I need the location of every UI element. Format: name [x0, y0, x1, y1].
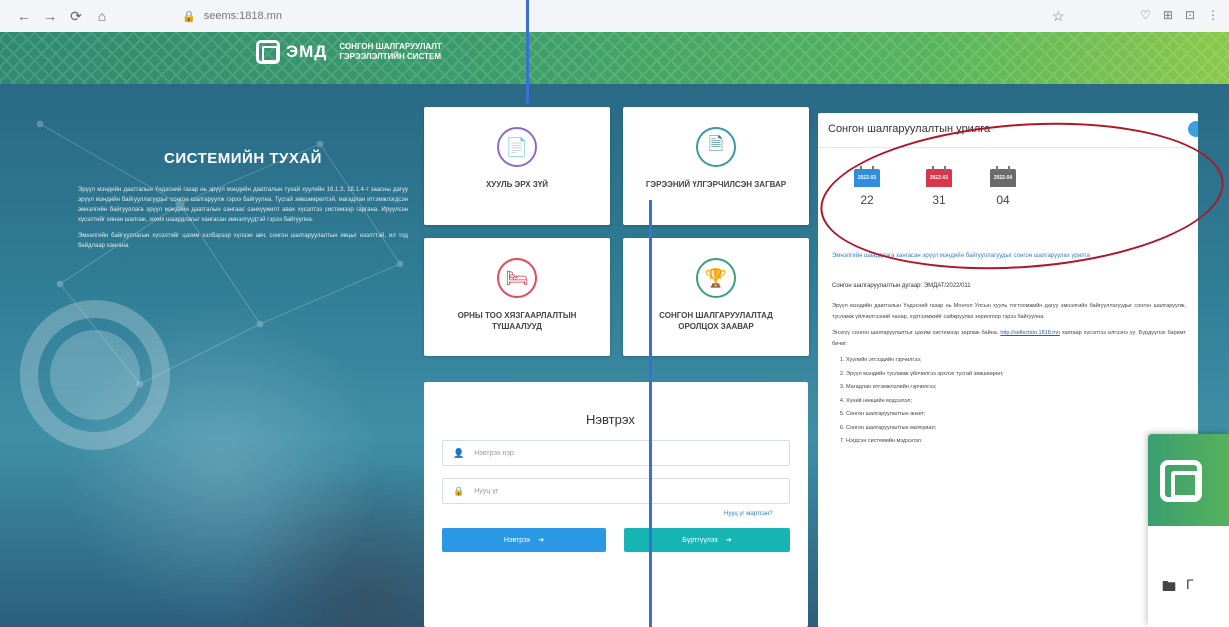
address-bar[interactable]: 🔒 seems:1818.mn: [182, 10, 282, 23]
body-paragraph-1: Эрүүл мэндийн даатгалын Үндэсний газар н…: [832, 303, 1186, 320]
user-icon: 👤: [453, 447, 465, 458]
popup-window[interactable]: 🖿 Г: [1148, 434, 1229, 627]
pocket-icon[interactable]: ♡: [1140, 8, 1151, 22]
body-text: Энэхүү сонгон шалгаруулалтыг цахим систе…: [832, 330, 999, 336]
tile-legal-label: ХУУЛЬ ЭРХ ЗҮЙ: [485, 180, 549, 189]
back-icon[interactable]: ←: [14, 8, 34, 25]
login-button[interactable]: Нэвтрэх ➔: [442, 528, 606, 552]
forward-icon[interactable]: →: [40, 8, 60, 25]
about-paragraph-2: Эмнэлгийн байгууллагын хүсэлтийг цахим х…: [78, 233, 408, 249]
bookmark-star-icon[interactable]: ☆: [1052, 8, 1065, 25]
menu-icon[interactable]: ⋮: [1207, 8, 1219, 22]
address-text: seems:1818.mn: [203, 10, 282, 22]
panel-badge[interactable]: [1188, 121, 1198, 137]
reload-icon[interactable]: ⟳: [66, 8, 86, 25]
header-pattern: [0, 32, 1229, 84]
popup-header: [1148, 434, 1229, 526]
list-item: Сонгон шалгаруулалтын материал;: [846, 423, 1186, 434]
list-item: Хуулийн этгээдийн гэрчилгээ;: [846, 355, 1186, 366]
tile-legal[interactable]: 📄 ХУУЛЬ ЭРХ ЗҮЙ: [424, 107, 610, 225]
list-item: Нэгдсэн системийн мэдээлэл.: [846, 436, 1186, 447]
site-header: [0, 32, 1229, 84]
tile-bed-limits-label: ОРНЫ ТОО ХЯЗГААРЛАЛТЫН ТҮШААЛУУД: [457, 311, 577, 331]
browser-nav: ← → ⟳ ⌂: [14, 8, 112, 25]
register-button-label: Бүртгүүлэх: [682, 536, 718, 544]
arrow-right-icon: ➔: [725, 537, 732, 544]
logo-mark-icon: [256, 40, 280, 64]
about-title: СИСТЕМИЙН ТУХАЙ: [164, 150, 322, 167]
library-icon[interactable]: ⊞: [1163, 8, 1173, 22]
password-placeholder: Нууц үг: [474, 487, 499, 495]
logo-subtitle: СОНГОН ШАЛГАРУУЛАЛТ ГЭРЭЭЛЭЛТИЙН СИСТЕМ: [339, 42, 441, 62]
invitation-body: Эрүүл мэндийн даатгалын Үндэсний газар н…: [832, 301, 1186, 450]
logo-abbr: ЭМД: [286, 42, 328, 61]
lock-icon: 🔒: [182, 10, 196, 23]
bed-icon: 🛏: [497, 258, 537, 298]
login-title: Нэвтрэх: [586, 412, 635, 427]
folder-icon[interactable]: 🖿: [1162, 576, 1176, 600]
file-download-icon: 🗎: [696, 127, 736, 167]
about-section: СИСТЕМИЙН ТУХАЙ Эрүүл мэндийн даатгалын …: [78, 150, 408, 257]
tile-instructions-label: СОНГОН ШАЛГАРУУЛАЛТАД ОРОЛЦОХ ЗААВАР: [659, 311, 773, 331]
stethoscope-head-graphic: [50, 330, 140, 420]
requirements-list: Хуулийн этгээдийн гэрчилгээ; Эрүүл мэнди…: [832, 355, 1186, 447]
logo-subtitle-line2: ГЭРЭЭЛЭЛТИЙН СИСТЕМ: [339, 52, 442, 61]
popup-logo-icon: [1160, 460, 1202, 502]
popup-row: 🖿 Г: [1162, 576, 1194, 600]
selection-link[interactable]: http://sellection.1818.mn: [1000, 330, 1060, 336]
list-item: Эрүүл мэндийн тусламж үйлчилгээ эрхлэх т…: [846, 369, 1186, 380]
tile-contract-template-label: ГЭРЭЭНИЙ ҮЛГЭРЧИЛСЭН ЗАГВАР: [645, 180, 787, 189]
arrow-right-icon: ➔: [538, 537, 545, 544]
trophy-icon: 🏆: [696, 258, 736, 298]
logo-subtitle-line1: СОНГОН ШАЛГАРУУЛАЛТ: [339, 42, 442, 51]
lock-icon: 🔒: [453, 485, 465, 496]
page: ← → ⟳ ⌂ 🔒 seems:1818.mn ☆ ♡ ⊞ ⊡ ⋮ ЭМД СО…: [0, 0, 1229, 627]
username-placeholder: Нэвтрэх нэр: [474, 449, 514, 457]
document-icon: 📄: [497, 127, 537, 167]
body-paragraph-2: Энэхүү сонгон шалгаруулалтыг цахим систе…: [832, 328, 1186, 349]
about-paragraph-1: Эрүүл мэндийн даатгалын Үндэсний газар н…: [78, 187, 408, 223]
forgot-password-link[interactable]: Нууц үг мартсан?: [724, 511, 773, 517]
login-button-label: Нэвтрэх: [503, 536, 531, 544]
browser-toolbar: ← → ⟳ ⌂ 🔒 seems:1818.mn ☆ ♡ ⊞ ⊡ ⋮: [0, 0, 1229, 32]
invitation-number: Сонгон шалгаруулалтын дугаар: ЭМДАТ/2022…: [832, 283, 971, 289]
popup-text: Г: [1186, 576, 1194, 592]
list-item: Хүний нөөцийн мэдээлэл;: [846, 396, 1186, 407]
list-item: Сонгон шалгаруулалтын анкет;: [846, 409, 1186, 420]
login-card: Нэвтрэх 👤 Нэвтрэх нэр 🔒 Нууц үг Нууц үг …: [424, 382, 808, 627]
sidebar-icon[interactable]: ⊡: [1185, 8, 1195, 22]
list-item: Магадлан итгэмжлэлийн гэрчилгээ;: [846, 382, 1186, 393]
home-icon[interactable]: ⌂: [92, 8, 112, 25]
annotation-line-bottom: [649, 200, 652, 627]
password-field[interactable]: 🔒 Нууц үг: [442, 478, 790, 504]
browser-tools: ♡ ⊞ ⊡ ⋮: [1140, 8, 1219, 22]
username-field[interactable]: 👤 Нэвтрэх нэр: [442, 440, 790, 466]
site-logo[interactable]: ЭМД СОНГОН ШАЛГАРУУЛАЛТ ГЭРЭЭЛЭЛТИЙН СИС…: [256, 40, 442, 64]
tile-bed-limits[interactable]: 🛏 ОРНЫ ТОО ХЯЗГААРЛАЛТЫН ТҮШААЛУУД: [424, 238, 610, 356]
annotation-line-top: [526, 0, 529, 104]
